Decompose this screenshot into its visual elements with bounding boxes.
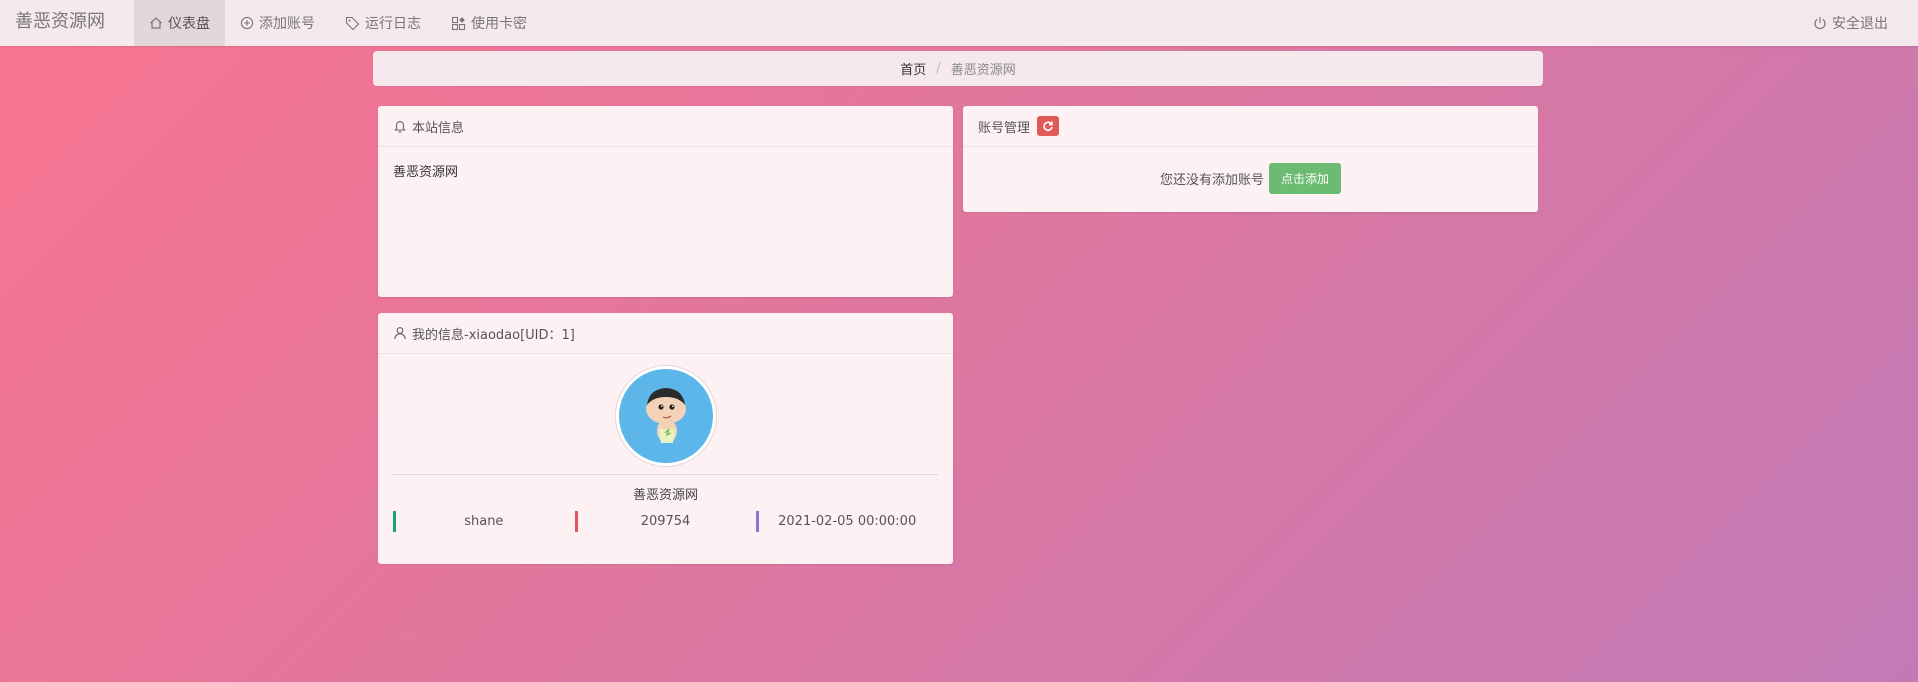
account-empty-text: 您还没有添加账号 [1159, 172, 1264, 188]
stat-bar-purple [756, 511, 760, 532]
site-info-panel: 本站信息 善恶资源网 [378, 106, 953, 297]
breadcrumb-current: 善恶资源网 [950, 63, 1016, 78]
site-info-header: 本站信息 [378, 106, 953, 147]
stat-points-value: 209754 [640, 514, 691, 529]
stat-bar-teal [393, 511, 396, 532]
nav-label-use-card: 使用卡密 [471, 16, 527, 32]
stat-date-value: 2021-02-05 00:00:00 [778, 514, 917, 529]
nav-label-add-account: 添加账号 [259, 16, 315, 32]
home-icon [149, 16, 163, 30]
stat-username: shane [393, 511, 575, 533]
top-navbar: 善恶资源网 仪表盘 添加账号 运行日志 使用卡密 安全退出 [0, 0, 1918, 46]
nav-item-use-card[interactable]: 使用卡密 [436, 0, 542, 46]
stat-bar-red [574, 511, 578, 532]
breadcrumb-separator: / [936, 61, 941, 76]
nav-label-logs: 运行日志 [365, 16, 421, 32]
breadcrumb: 首页 / 善恶资源网 [373, 51, 1543, 86]
account-title: 账号管理 [978, 120, 1031, 136]
add-account-button[interactable]: 点击添加 [1269, 162, 1342, 194]
logout-button[interactable]: 安全退出 [1798, 0, 1918, 46]
logout-label: 安全退出 [1832, 16, 1888, 32]
account-header: 账号管理 [963, 106, 1538, 147]
profile-stats: shane 209754 2021-02-05 00:00:00 [393, 511, 938, 533]
refresh-icon [1043, 121, 1053, 132]
refresh-button[interactable] [1037, 116, 1060, 136]
stat-points: 209754 [574, 511, 757, 533]
brand-logo[interactable]: 善恶资源网 [0, 0, 134, 46]
stat-date: 2021-02-05 00:00:00 [756, 511, 938, 533]
profile-divider [393, 474, 938, 475]
stat-username-value: shane [464, 514, 504, 529]
bell-icon [393, 119, 407, 133]
profile-nickname: 善恶资源网 [632, 488, 698, 503]
nav-item-logs[interactable]: 运行日志 [330, 0, 436, 46]
power-icon [1813, 16, 1827, 30]
my-info-title: 我的信息-xiaodao[UID：1] [412, 327, 575, 343]
site-info-content: 善恶资源网 [393, 165, 459, 180]
plus-circle-icon [240, 16, 254, 30]
apps-icon [451, 16, 466, 31]
user-icon [393, 326, 407, 340]
site-info-title: 本站信息 [412, 120, 465, 136]
breadcrumb-home-link[interactable]: 首页 [900, 59, 926, 78]
account-empty-state: 您还没有添加账号 点击添加 [963, 147, 1538, 209]
my-info-panel: 我的信息-xiaodao[UID：1] 善恶资源网 shane 209754 2… [378, 313, 953, 564]
cartoon-avatar-image [645, 388, 686, 443]
tag-icon [345, 16, 360, 31]
nav-item-add-account[interactable]: 添加账号 [225, 0, 330, 46]
avatar[interactable] [615, 366, 716, 466]
nav-item-dashboard[interactable]: 仪表盘 [134, 0, 225, 46]
my-info-header: 我的信息-xiaodao[UID：1] [378, 313, 953, 354]
nav-label-dashboard: 仪表盘 [168, 16, 210, 32]
account-panel: 账号管理 您还没有添加账号 点击添加 [963, 106, 1538, 212]
avatar-wrap [378, 366, 953, 466]
